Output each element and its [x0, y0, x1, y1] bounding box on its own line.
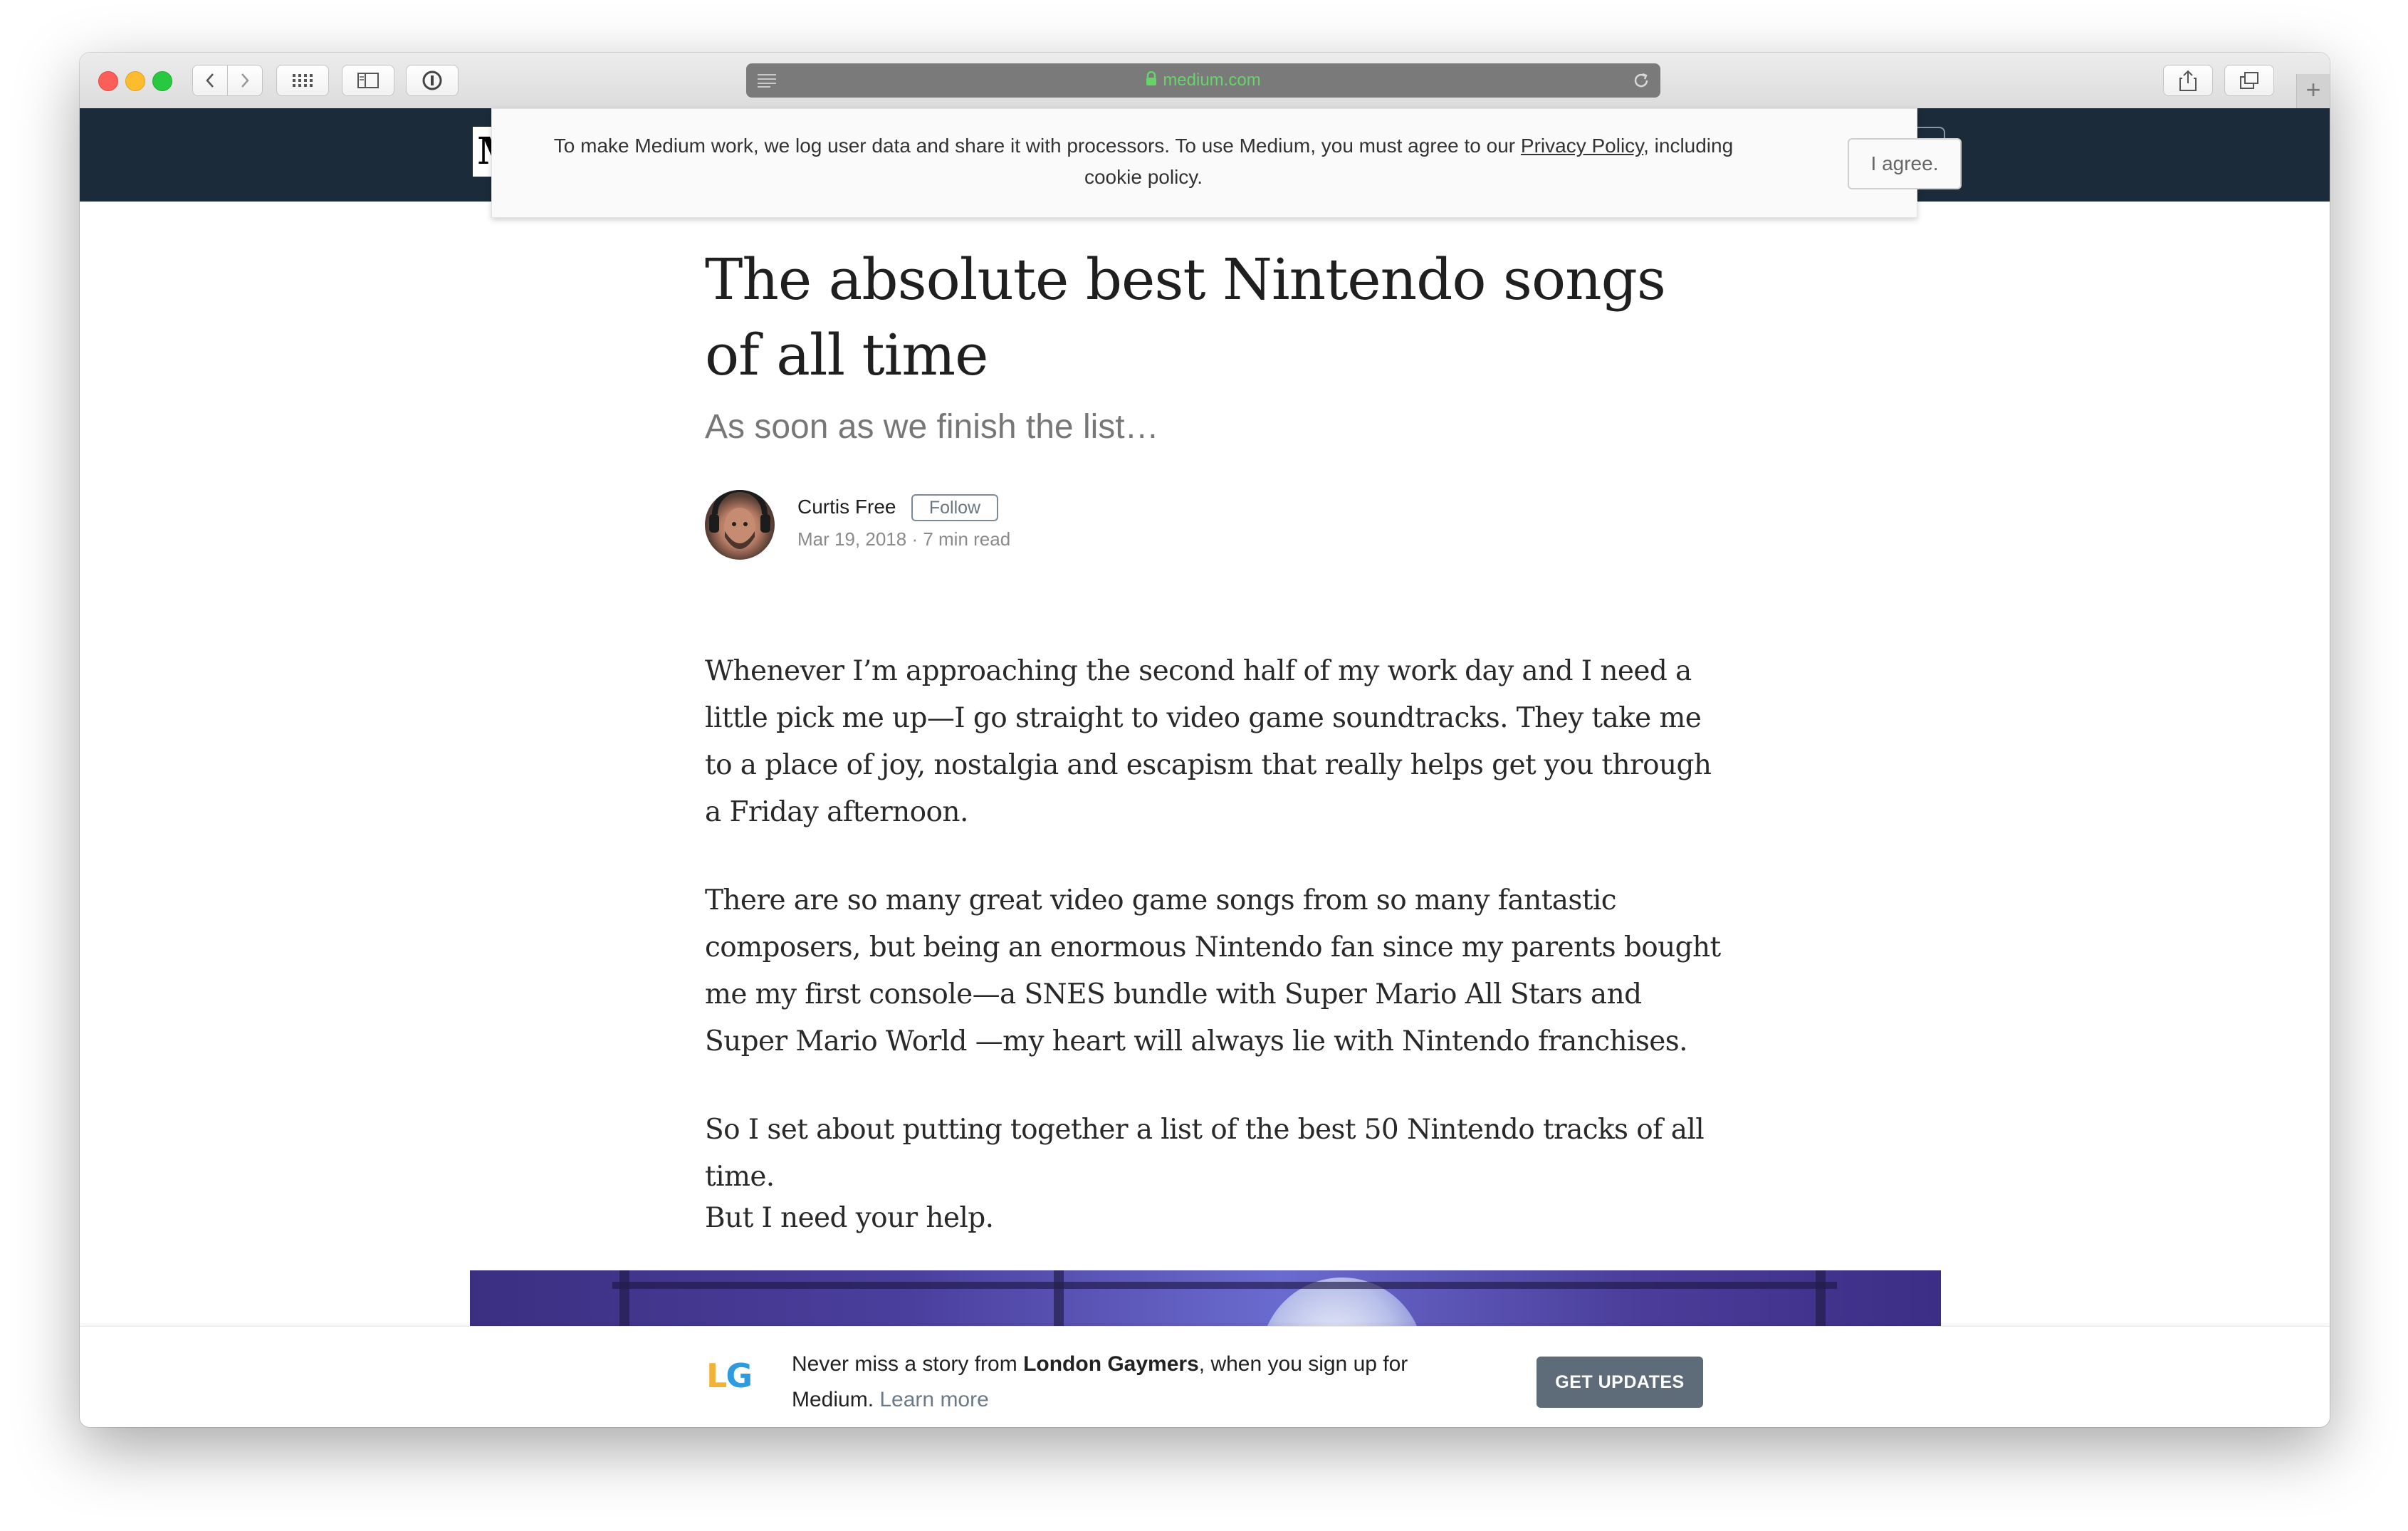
url-text: medium.com: [1163, 70, 1261, 90]
learn-more-link[interactable]: Learn more: [879, 1388, 988, 1411]
paragraph-3: So I set about putting together a list o…: [705, 1114, 1705, 1193]
minimize-window-button[interactable]: [125, 71, 145, 91]
signup-text-before: Never miss a story from: [792, 1352, 1024, 1376]
article-meta: Mar 19, 2018 · 7 min read: [797, 528, 1010, 550]
close-window-button[interactable]: [98, 71, 118, 91]
address-bar[interactable]: medium.com: [746, 63, 1660, 98]
paragraph-2: There are so many great video game songs…: [705, 884, 1721, 1057]
sidebar-icon: [357, 73, 379, 88]
author-name[interactable]: Curtis Free: [797, 496, 896, 518]
signup-message: Never miss a story from London Gaymers, …: [792, 1347, 1475, 1418]
zoom-window-button[interactable]: [152, 71, 172, 91]
meta-separator: ·: [906, 528, 923, 550]
get-updates-button[interactable]: GET UPDATES: [1537, 1357, 1703, 1408]
back-button[interactable]: [192, 65, 228, 96]
tabs-icon: [2240, 72, 2258, 89]
consent-message: To make Medium work, we log user data an…: [535, 130, 1752, 193]
bridge-rail-graphic: [612, 1282, 1837, 1289]
bridge-post-graphic: [1054, 1270, 1064, 1334]
paragraph-1: Whenever I’m approaching the second half…: [705, 655, 1712, 828]
article-title: The absolute best Nintendo songs of all …: [705, 246, 1666, 388]
browser-window: medium.com + M To make Medium work, we l…: [80, 53, 2330, 1427]
london-gaymers-logo[interactable]: LG: [706, 1357, 753, 1395]
logo-letter-g: G: [726, 1357, 753, 1395]
signup-bar: LG Never miss a story from London Gaymer…: [80, 1326, 2330, 1427]
read-time: 7 min read: [923, 528, 1011, 550]
bridge-post-graphic: [619, 1270, 629, 1334]
new-tab-button[interactable]: +: [2296, 74, 2330, 108]
privacy-policy-link[interactable]: Privacy Policy: [1521, 135, 1643, 157]
forward-button[interactable]: [227, 65, 263, 96]
author-avatar[interactable]: [705, 490, 775, 560]
logo-letter-l: L: [706, 1357, 727, 1395]
browser-toolbar: medium.com +: [80, 53, 2330, 109]
publication-name: London Gaymers: [1023, 1352, 1199, 1376]
consent-banner: To make Medium work, we log user data an…: [491, 108, 1962, 218]
agree-button[interactable]: I agree.: [1848, 138, 1962, 189]
share-button[interactable]: [2163, 65, 2213, 96]
chevron-right-icon: [240, 73, 250, 88]
tabs-overview-button[interactable]: [2224, 65, 2274, 96]
article-subtitle: As soon as we finish the list…: [705, 408, 1159, 446]
lock-icon: [1146, 70, 1157, 90]
top-sites-button[interactable]: [276, 65, 329, 96]
url-display: medium.com: [746, 63, 1660, 98]
publish-date[interactable]: Mar 19, 2018: [797, 528, 906, 550]
paragraph-4: But I need your help.: [705, 1202, 994, 1234]
follow-button[interactable]: Follow: [911, 494, 998, 521]
share-icon: [2179, 70, 2197, 91]
reload-icon[interactable]: [1632, 71, 1650, 93]
sidebar-button[interactable]: [342, 65, 394, 96]
consent-text-before: To make Medium work, we log user data an…: [553, 135, 1521, 157]
bridge-post-graphic: [1816, 1270, 1826, 1334]
password-manager-button[interactable]: [406, 65, 459, 96]
grid-icon: [293, 74, 313, 87]
1password-icon: [422, 70, 443, 91]
chevron-left-icon: [205, 73, 215, 88]
hero-image: [470, 1270, 1941, 1334]
